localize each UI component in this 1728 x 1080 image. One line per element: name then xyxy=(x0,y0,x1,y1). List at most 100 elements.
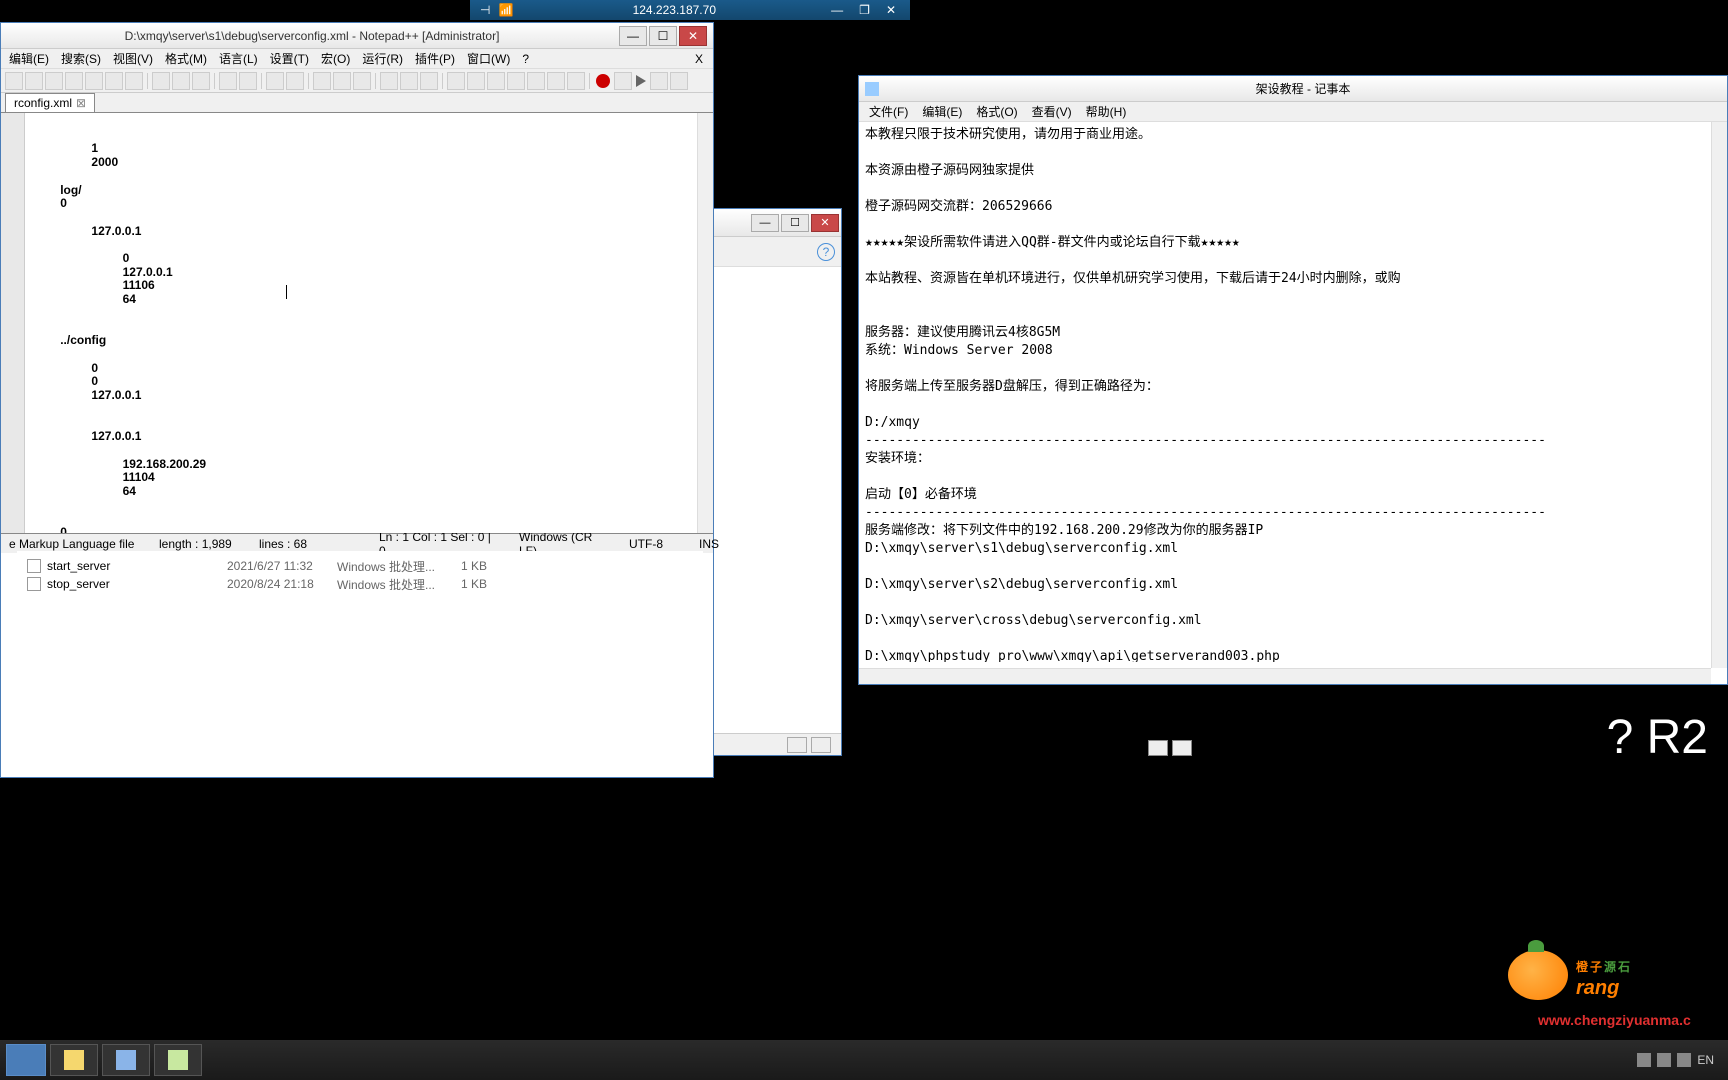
unfold-icon[interactable] xyxy=(487,72,505,90)
menu-item[interactable]: 文件(F) xyxy=(863,101,914,122)
menu-item[interactable]: 插件(P) xyxy=(411,48,459,69)
taskbar-app2[interactable] xyxy=(154,1044,202,1076)
remote-minimize[interactable]: — xyxy=(825,3,849,17)
cut-icon[interactable] xyxy=(152,72,170,90)
file-row[interactable]: start_server2021/6/27 11:32Windows 批处理..… xyxy=(27,557,693,575)
notepad-titlebar[interactable]: 架设教程 - 记事本 xyxy=(859,76,1727,102)
tray-flag-icon[interactable] xyxy=(1657,1053,1671,1067)
save-macro-icon[interactable] xyxy=(670,72,688,90)
menu-item[interactable]: 帮助(H) xyxy=(1080,101,1133,122)
file-date: 2020/8/24 21:18 xyxy=(227,577,337,591)
play-multi-icon[interactable] xyxy=(650,72,668,90)
comment-icon[interactable] xyxy=(507,72,525,90)
notepad-content[interactable]: 本教程只限于技术研究使用，请勿用于商业用途。 本资源由橙子源码网独家提供 橙子源… xyxy=(859,122,1727,662)
sync-icon[interactable] xyxy=(353,72,371,90)
explorer-minimize[interactable]: — xyxy=(751,214,779,232)
lang-icon[interactable] xyxy=(447,72,465,90)
close-all-icon[interactable] xyxy=(105,72,123,90)
taskbar: EN xyxy=(0,1040,1728,1080)
menu-item[interactable]: ? xyxy=(518,50,533,68)
view-details-icon[interactable] xyxy=(787,737,807,753)
status-mode: INS xyxy=(699,537,729,551)
menu-item[interactable]: 窗口(W) xyxy=(463,48,514,69)
view-list-icon[interactable] xyxy=(1148,740,1168,756)
npp-statusbar: e Markup Language file length : 1,989 li… xyxy=(1,533,713,553)
notepad-vscrollbar[interactable] xyxy=(1711,122,1727,668)
view-grid-icon[interactable] xyxy=(1172,740,1192,756)
redo-icon[interactable] xyxy=(239,72,257,90)
menu-item[interactable]: 格式(O) xyxy=(970,101,1023,122)
fold-icon[interactable] xyxy=(467,72,485,90)
save-all-icon[interactable] xyxy=(65,72,83,90)
npp-maximize[interactable]: ☐ xyxy=(649,26,677,46)
npp-toolbar xyxy=(1,69,713,93)
help-icon[interactable]: ? xyxy=(817,243,835,261)
tray-lang[interactable]: EN xyxy=(1697,1053,1714,1067)
find-icon[interactable] xyxy=(266,72,284,90)
print-icon[interactable] xyxy=(125,72,143,90)
tray-up-icon[interactable] xyxy=(1637,1053,1651,1067)
wrap-icon[interactable] xyxy=(380,72,398,90)
stop-macro-icon[interactable] xyxy=(614,72,632,90)
tray-network-icon[interactable] xyxy=(1677,1053,1691,1067)
menu-item[interactable]: 格式(M) xyxy=(161,48,211,69)
zoom-in-icon[interactable] xyxy=(313,72,331,90)
file-tab[interactable]: rconfig.xml ⊠ xyxy=(5,93,95,112)
npp-titlebar[interactable]: D:\xmqy\server\s1\debug\serverconfig.xml… xyxy=(1,23,713,49)
vertical-scrollbar[interactable] xyxy=(697,113,713,533)
code-editor[interactable]: 1 2000 log/ 0 127.0.0.1 0 127.0.0.1 1110… xyxy=(1,113,713,533)
npp-title: D:\xmqy\server\s1\debug\serverconfig.xml… xyxy=(7,29,617,43)
menu-item[interactable]: 语言(L) xyxy=(215,48,262,69)
explorer-maximize[interactable]: ☐ xyxy=(781,214,809,232)
notepad-app-icon xyxy=(865,82,879,96)
indent-guide-icon[interactable] xyxy=(420,72,438,90)
paste-icon[interactable] xyxy=(192,72,210,90)
menu-item[interactable]: 运行(R) xyxy=(358,48,407,69)
play-macro-icon[interactable] xyxy=(636,75,646,87)
doc-map-icon[interactable] xyxy=(567,72,585,90)
signal-icon: 📶 xyxy=(498,3,513,17)
file-row[interactable]: stop_server2020/8/24 21:18Windows 批处理...… xyxy=(27,575,693,593)
status-length: length : 1,989 xyxy=(159,537,239,551)
remote-close[interactable]: ✕ xyxy=(880,3,902,17)
menu-item[interactable]: 查看(V) xyxy=(1026,101,1078,122)
explorer-close[interactable]: ✕ xyxy=(811,214,839,232)
undo-icon[interactable] xyxy=(219,72,237,90)
remote-restore[interactable]: ❐ xyxy=(853,3,876,17)
menu-item[interactable]: 视图(V) xyxy=(109,48,157,69)
npp-menu-x[interactable]: X xyxy=(691,50,707,68)
notepad-hscrollbar[interactable] xyxy=(859,668,1711,684)
orange-icon xyxy=(1508,950,1568,1000)
taskbar-app1[interactable] xyxy=(102,1044,150,1076)
tab-close-icon[interactable]: ⊠ xyxy=(76,96,86,110)
remote-ip: 124.223.187.70 xyxy=(523,3,825,17)
npp-minimize[interactable]: — xyxy=(619,26,647,46)
line-gutter xyxy=(1,113,25,533)
close-icon[interactable] xyxy=(85,72,103,90)
file-icon xyxy=(27,559,41,573)
show-all-icon[interactable] xyxy=(400,72,418,90)
zoom-out-icon[interactable] xyxy=(333,72,351,90)
copy-icon[interactable] xyxy=(172,72,190,90)
brand-en: rang xyxy=(1576,977,1632,1000)
start-button[interactable] xyxy=(6,1044,46,1076)
open-file-icon[interactable] xyxy=(25,72,43,90)
npp-close[interactable]: ✕ xyxy=(679,26,707,46)
menu-item[interactable]: 编辑(E) xyxy=(5,48,53,69)
func-list-icon[interactable] xyxy=(547,72,565,90)
menu-item[interactable]: 搜索(S) xyxy=(57,48,105,69)
code-content[interactable]: 1 2000 log/ 0 127.0.0.1 0 127.0.0.1 1110… xyxy=(25,113,697,533)
menu-item[interactable]: 宏(O) xyxy=(317,48,354,69)
record-macro-icon[interactable] xyxy=(596,74,610,88)
view-large-icon[interactable] xyxy=(811,737,831,753)
uncomment-icon[interactable] xyxy=(527,72,545,90)
menu-item[interactable]: 设置(T) xyxy=(266,48,313,69)
taskbar-explorer[interactable] xyxy=(50,1044,98,1076)
new-file-icon[interactable] xyxy=(5,72,23,90)
view-mode-icons xyxy=(1148,740,1192,756)
save-icon[interactable] xyxy=(45,72,63,90)
status-filetype: e Markup Language file xyxy=(9,537,139,551)
replace-icon[interactable] xyxy=(286,72,304,90)
menu-item[interactable]: 编辑(E) xyxy=(916,101,968,122)
pin-icon[interactable]: ⊣ xyxy=(480,3,490,17)
